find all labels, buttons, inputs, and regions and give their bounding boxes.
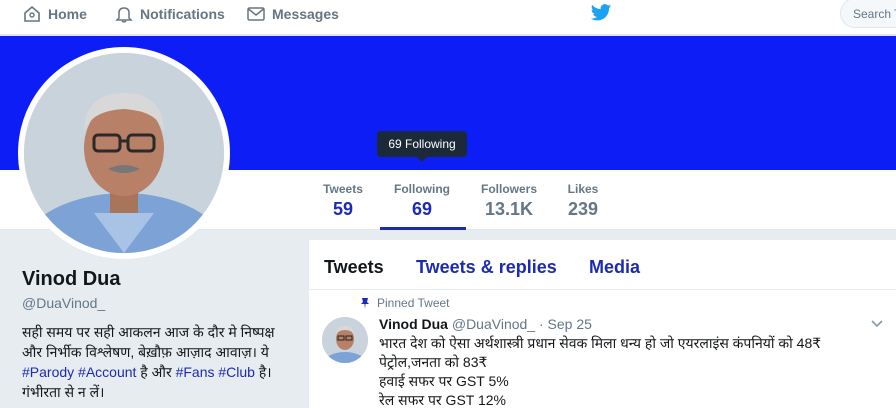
active-stat-underline	[380, 227, 466, 230]
stat-followers-value: 13.1K	[484, 199, 534, 219]
envelope-icon	[247, 7, 265, 21]
tweet-line-2: पेट्रोल,जनता को 83₹	[379, 354, 488, 370]
bell-icon	[115, 7, 133, 23]
timeline: Tweets Tweets & replies Media Pinned Twe…	[309, 240, 896, 408]
pinned-label: Pinned Tweet	[377, 296, 450, 310]
tab-tweets[interactable]: Tweets	[324, 257, 384, 278]
top-nav: Home Notifications Messages Search Twitt…	[0, 0, 896, 35]
pinned-indicator: Pinned Tweet	[359, 296, 450, 310]
stat-following-label: Following	[394, 182, 450, 196]
hashtag-club[interactable]: #Club	[218, 364, 255, 380]
nav-home-label: Home	[48, 6, 87, 22]
hashtag-account[interactable]: #Account	[78, 364, 136, 380]
stat-tweets-label: Tweets	[323, 182, 363, 196]
hashtag-parody[interactable]: #Parody	[22, 364, 74, 380]
tweet-author[interactable]: Vinod Dua	[379, 316, 448, 332]
tweet-date[interactable]: Sep 25	[548, 316, 592, 332]
profile-handle[interactable]: @DuaVinod_	[22, 295, 105, 311]
chevron-down-icon[interactable]	[870, 319, 884, 329]
pin-icon	[361, 298, 369, 309]
profile-name[interactable]: Vinod Dua	[22, 268, 121, 291]
home-icon	[24, 5, 40, 22]
search-input[interactable]: Search Twitter	[840, 0, 896, 28]
timeline-tabs: Tweets Tweets & replies Media	[309, 240, 896, 290]
tweet-text: भारत देश को ऐसा अर्थशास्त्री प्रधान सेवक…	[379, 334, 869, 408]
tab-tweets-replies[interactable]: Tweets & replies	[416, 257, 557, 278]
tweet-line-3: हवाई सफर पर GST 5%	[379, 373, 509, 389]
following-tooltip: 69 Following	[377, 131, 467, 162]
stat-following-value: 69	[411, 199, 433, 219]
tweet-line-4: रेल सफर पर GST 12%	[379, 392, 506, 408]
hashtag-fans[interactable]: #Fans	[176, 364, 215, 380]
nav-messages-label: Messages	[272, 6, 339, 22]
stat-likes-label: Likes	[567, 182, 599, 196]
tweet-handle[interactable]: @DuaVinod_	[452, 316, 535, 332]
twitter-bird-icon[interactable]	[590, 3, 612, 23]
tweet-avatar-photo	[322, 317, 368, 363]
stat-likes-value: 239	[567, 199, 599, 219]
profile-avatar[interactable]	[24, 53, 224, 253]
tab-media[interactable]: Media	[589, 257, 640, 278]
stat-following[interactable]: Following 69	[380, 182, 464, 220]
stat-followers[interactable]: Followers 13.1K	[478, 182, 540, 220]
nav-notifications[interactable]: Notifications	[114, 0, 225, 28]
nav-messages[interactable]: Messages	[246, 0, 339, 28]
stat-likes[interactable]: Likes 239	[563, 182, 603, 220]
tweet-avatar[interactable]	[322, 317, 368, 363]
stat-tweets-value: 59	[332, 199, 354, 219]
stat-followers-label: Followers	[480, 182, 537, 196]
bio-text-1: सही समय पर सही आकलन आज के दौर मे निष्पक्…	[22, 324, 275, 360]
nav-notifications-label: Notifications	[140, 6, 225, 22]
tweet-line-1: भारत देश को ऐसा अर्थशास्त्री प्रधान सेवक…	[379, 335, 822, 351]
profile-bio: सही समय पर सही आकलन आज के दौर मे निष्पक्…	[22, 322, 287, 402]
tweet-header: Vinod Dua @DuaVinod_ · Sep 25	[379, 316, 592, 332]
nav-home[interactable]: Home	[22, 0, 87, 28]
stat-tweets[interactable]: Tweets 59	[320, 182, 366, 220]
avatar-photo	[24, 53, 224, 253]
tweet-separator: ·	[535, 316, 548, 332]
bio-text-2: है और	[136, 364, 176, 380]
